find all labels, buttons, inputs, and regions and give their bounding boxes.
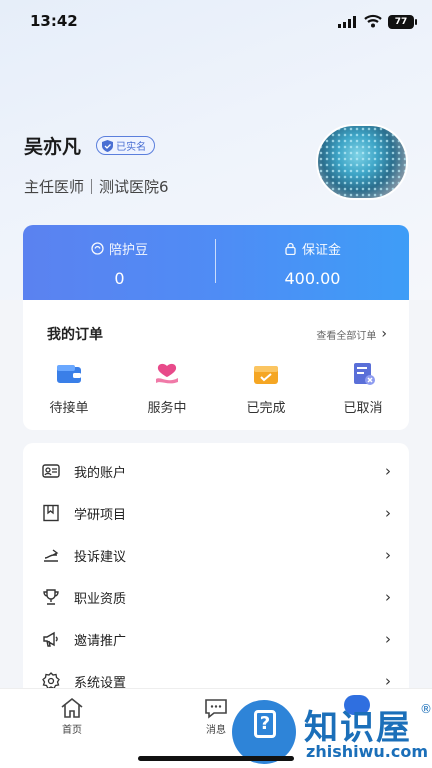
lock-icon <box>285 242 296 255</box>
chevron-right-icon: › <box>385 504 391 522</box>
chevron-right-icon: › <box>381 326 387 342</box>
home-icon <box>61 697 83 718</box>
chevron-right-icon: › <box>385 546 391 564</box>
menu-item-label: 邀请推广 <box>74 633 127 649</box>
user-name: 吴亦凡 <box>24 136 82 158</box>
chevron-right-icon: › <box>385 630 391 648</box>
tab-messages-label: 消息 <box>206 725 226 736</box>
orders-card: 我的订单 查看全部订单 › 待接单 服务中 已完成 已取消 <box>23 300 409 430</box>
home-indicator <box>138 756 294 761</box>
menu-item-label: 投诉建议 <box>74 549 127 565</box>
user-title: 主任医师｜测试医院6 <box>24 178 169 196</box>
wallet-icon <box>57 365 81 383</box>
menu-item-qualification[interactable]: 职业资质 › <box>23 576 409 618</box>
menu-item-invite[interactable]: 邀请推广 › <box>23 618 409 660</box>
balance-deposit[interactable]: 保证金 400.00 <box>216 239 409 288</box>
tab-home-label: 首页 <box>62 725 82 736</box>
message-icon <box>205 699 227 719</box>
verified-badge: 已实名 <box>96 136 156 155</box>
orders-heading: 我的订单 <box>47 327 103 343</box>
tab-home[interactable]: 首页 <box>42 697 102 736</box>
menu-item-label: 职业资质 <box>74 591 127 607</box>
menu-list: 我的账户 › 学研项目 › 投诉建议 › 职业资质 › 邀请推广 › 系统设置 … <box>23 443 409 703</box>
balance-card: 陪护豆 0 保证金 400.00 <box>23 225 409 300</box>
chevron-right-icon: › <box>385 462 391 480</box>
menu-item-label: 学研项目 <box>74 507 127 523</box>
megaphone-icon <box>43 631 58 647</box>
balance-beans-value: 0 <box>114 269 125 288</box>
box-check-icon <box>254 366 278 384</box>
question-icon: ? <box>254 710 276 738</box>
order-cancelled-label: 已取消 <box>343 401 383 416</box>
balance-deposit-value: 400.00 <box>284 269 341 288</box>
order-completed[interactable]: 已完成 <box>226 362 306 416</box>
order-pending-label: 待接单 <box>49 401 89 416</box>
chevron-right-icon: › <box>385 588 391 606</box>
heart-hand-icon <box>156 363 178 384</box>
verified-badge-label: 已实名 <box>116 142 147 153</box>
account-icon <box>42 464 60 478</box>
menu-item-label: 我的账户 <box>74 465 127 481</box>
order-in-service[interactable]: 服务中 <box>127 362 207 416</box>
view-all-orders-link[interactable]: 查看全部订单 › <box>316 326 387 342</box>
balance-deposit-label: 保证金 <box>301 243 341 258</box>
order-in-service-label: 服务中 <box>147 401 187 416</box>
coin-icon <box>91 242 104 255</box>
avatar[interactable] <box>316 124 408 200</box>
balance-beans-label: 陪护豆 <box>108 243 148 258</box>
wifi-icon <box>364 14 382 28</box>
order-completed-label: 已完成 <box>246 401 286 416</box>
feedback-icon <box>44 549 59 562</box>
view-all-orders-label: 查看全部订单 <box>316 330 377 342</box>
bookmark-icon <box>43 504 59 522</box>
profile-header: 吴亦凡 已实名 <box>24 132 156 159</box>
signal-icon <box>338 16 356 28</box>
order-pending[interactable]: 待接单 <box>29 362 109 416</box>
status-time: 13:42 <box>30 12 78 30</box>
trophy-icon <box>43 589 59 605</box>
shield-icon <box>102 139 114 152</box>
watermark-domain: zhishiwu.com <box>306 742 428 761</box>
order-cancelled[interactable]: 已取消 <box>323 362 403 416</box>
battery-icon: 77 <box>388 15 417 29</box>
status-bar: 13:42 77 <box>0 0 432 44</box>
menu-item-research[interactable]: 学研项目 › <box>23 492 409 534</box>
registered-icon: ® <box>420 702 432 716</box>
menu-item-account[interactable]: 我的账户 › <box>23 450 409 492</box>
doc-cancel-icon <box>354 363 375 385</box>
menu-item-feedback[interactable]: 投诉建议 › <box>23 534 409 576</box>
balance-beans[interactable]: 陪护豆 0 <box>23 239 216 288</box>
